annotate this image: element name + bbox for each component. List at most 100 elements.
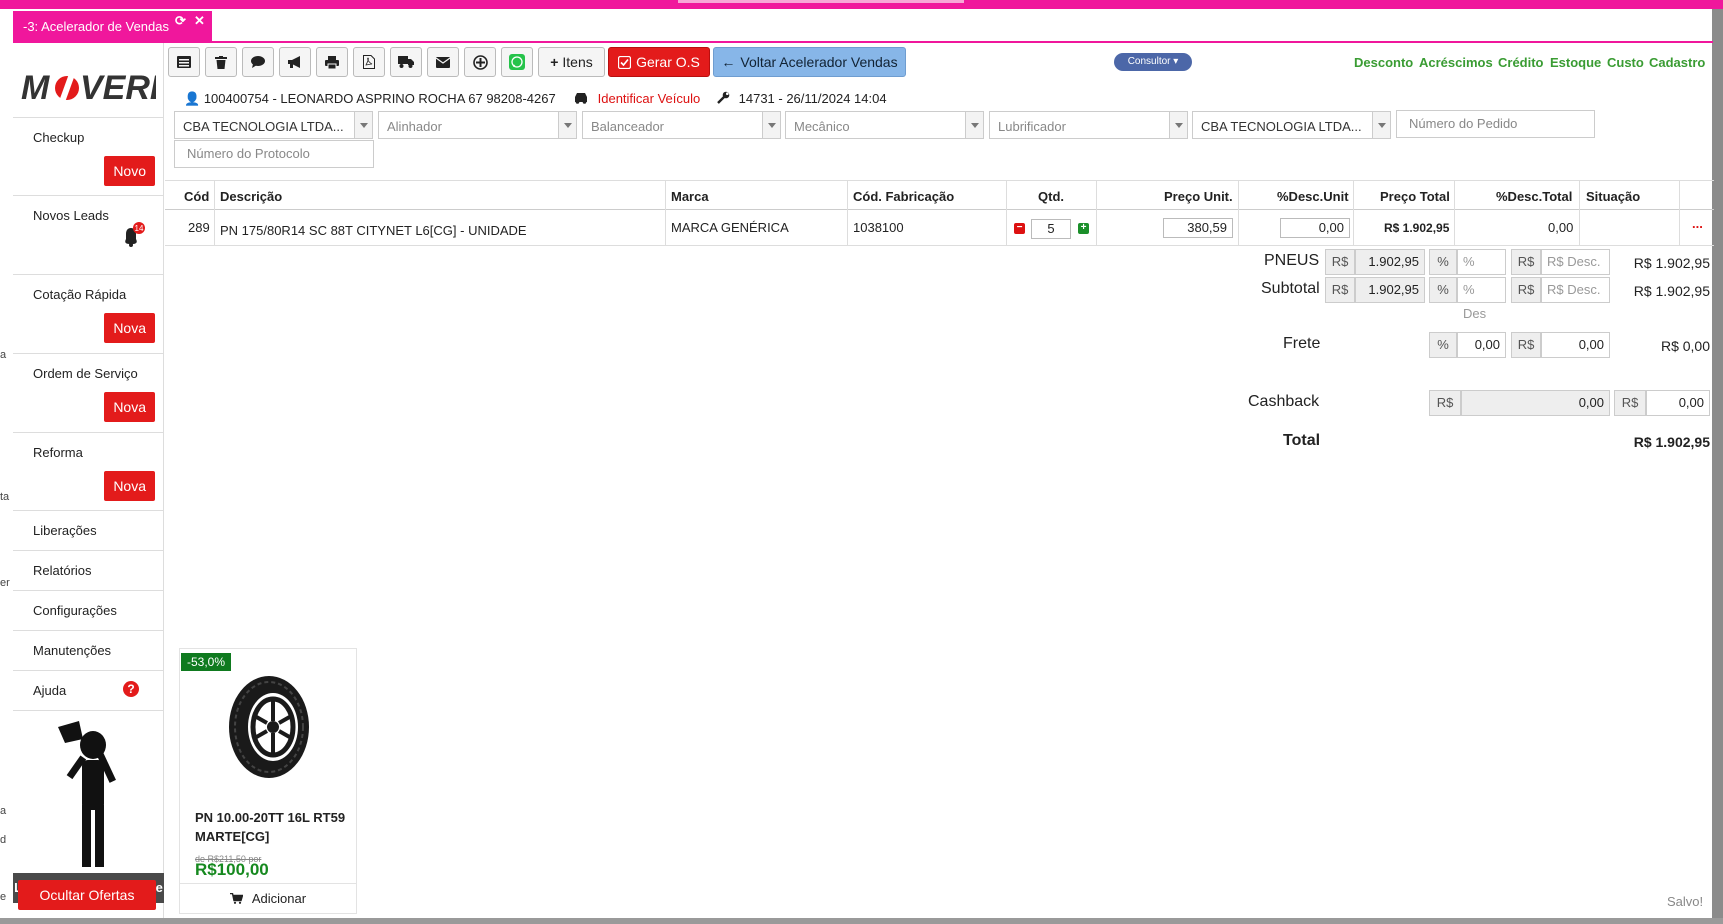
checkup-novo-button[interactable]: Novo (104, 156, 155, 186)
row-more-icon[interactable]: ... (1692, 216, 1703, 231)
offer-discount-badge: -53,0% (181, 653, 232, 671)
subtotal-desc-rs-input[interactable]: R$ Desc. (1541, 277, 1610, 303)
logo-text-m: M (21, 69, 50, 107)
select-balanceador[interactable]: Balanceador (582, 111, 781, 139)
cell-desc-total: 0,00 (1548, 220, 1574, 235)
whatsapp-button[interactable] (501, 47, 533, 77)
select-empresa[interactable]: CBA TECNOLOGIA LTDA... (1192, 111, 1391, 139)
offer-card: -53,0% PN 10.00-20TT 16L RT59 MARTE[CG] … (179, 648, 357, 914)
link-acrescimos[interactable]: Acréscimos (1419, 55, 1493, 70)
consultor-label: Consultor (1127, 56, 1171, 67)
whatsapp-icon (509, 54, 525, 70)
left-edge-text: er (0, 577, 10, 589)
vehicle-info[interactable]: Identificar Veículo (573, 91, 700, 106)
subtotal-rs-addon: R$ (1511, 277, 1541, 303)
sidebar-item-label: Relatórios (33, 563, 92, 578)
sidebar-item-relatorios[interactable]: Relatórios (13, 551, 163, 591)
link-custo[interactable]: Custo (1607, 55, 1644, 70)
col-desc-unit: %Desc.Unit (1277, 189, 1349, 204)
desc-unit-input[interactable]: 0,00 (1280, 218, 1350, 238)
pneus-desc-rs-input[interactable]: R$ Desc. (1541, 249, 1610, 275)
gerar-os-button[interactable]: Gerar O.S (608, 47, 710, 77)
window-right-edge (1712, 9, 1723, 924)
print-button[interactable] (316, 47, 348, 77)
cell-descricao: PN 175/80R14 SC 88T CITYNET L6[CG] - UNI… (220, 223, 527, 238)
link-desconto[interactable]: Desconto (1354, 55, 1413, 70)
list-button[interactable] (168, 47, 200, 77)
pdf-icon (363, 55, 375, 69)
select-value: CBA TECNOLOGIA LTDA... (1201, 119, 1362, 134)
logo-text-vere: VERE (80, 69, 156, 107)
offer-add-button[interactable]: Adicionar (180, 883, 356, 913)
ocultar-ofertas-button[interactable]: Ocultar Ofertas (18, 880, 156, 910)
consultor-dropdown[interactable]: Consultor ▾ (1114, 53, 1192, 71)
reforma-nova-button[interactable]: Nova (104, 471, 155, 501)
list-icon (177, 56, 191, 68)
chevron-down-icon (558, 112, 576, 138)
frete-rs-input[interactable]: 0,00 (1541, 332, 1610, 358)
select-lubrificador[interactable]: Lubrificador (989, 111, 1188, 139)
voltar-acelerador-button[interactable]: ← Voltar Acelerador Vendas (713, 47, 906, 77)
left-edge-text: a (0, 349, 7, 361)
close-icon[interactable]: ✕ (194, 13, 205, 29)
leads-badge: 14 (135, 224, 144, 233)
help-icon[interactable]: ? (123, 681, 139, 697)
pneus-currency-addon: R$ (1325, 249, 1355, 275)
cotacao-nova-button[interactable]: Nova (104, 313, 155, 343)
ordem-servico-nova-button[interactable]: Nova (104, 392, 155, 422)
email-button[interactable] (427, 47, 459, 77)
sidebar-item-label: Checkup (33, 130, 85, 145)
movere-logo: M VERE (21, 69, 156, 107)
pdf-button[interactable] (353, 47, 385, 77)
delete-button[interactable] (205, 47, 237, 77)
refresh-icon[interactable]: ⟳ (175, 13, 186, 29)
col-qtd: Qtd. (1038, 189, 1064, 204)
cashback-use-input[interactable]: 0,00 (1646, 390, 1710, 416)
select-mecanico[interactable]: Mecânico (785, 111, 984, 139)
total-label: Total (1283, 432, 1321, 449)
sidebar-item-label: Ordem de Serviço (33, 366, 138, 381)
megaphone-icon (288, 56, 300, 68)
offer-product-name: PN 10.00-20TT 16L RT59 MARTE[CG] (195, 810, 346, 844)
link-cadastro[interactable]: Cadastro (1649, 55, 1705, 70)
itens-button[interactable]: + Itens (538, 47, 605, 77)
announce-button[interactable] (279, 47, 311, 77)
col-situacao: Situação (1586, 189, 1641, 204)
identificar-veiculo-link[interactable]: Identificar Veículo (598, 91, 701, 106)
sidebar-item-liberacoes[interactable]: Liberações (13, 511, 163, 551)
delivery-button[interactable] (390, 47, 422, 77)
left-edge-text: ta (0, 491, 10, 503)
select-vendedor[interactable]: CBA TECNOLOGIA LTDA... (174, 111, 373, 139)
link-credito[interactable]: Crédito (1498, 55, 1544, 70)
sidebar-item-manutencoes[interactable]: Manutenções (13, 631, 163, 671)
col-descricao: Descrição (220, 189, 283, 204)
tab-acelerador-vendas[interactable]: -3: Acelerador de Vendas ⟳ ✕ (13, 11, 212, 41)
frete-pct-input[interactable]: 0,00 (1457, 332, 1506, 358)
sidebar-item-configuracoes[interactable]: Configurações (13, 591, 163, 631)
col-marca: Marca (671, 189, 709, 204)
order-text: 14731 - 26/11/2024 14:04 (738, 91, 887, 106)
sidebar-item-ajuda[interactable]: Ajuda ? (13, 671, 163, 711)
add-circle-button[interactable] (464, 47, 496, 77)
pneus-desc-pct-input[interactable]: % Des (1457, 249, 1506, 293)
numero-protocolo-input[interactable]: Número do Protocolo (174, 140, 374, 168)
sidebar-item-ordem-servico: Ordem de Serviço Nova (13, 354, 163, 433)
qty-minus-icon[interactable]: − (1014, 223, 1025, 234)
bell-icon[interactable]: 14 (120, 222, 148, 250)
link-estoque[interactable]: Estoque (1550, 55, 1601, 70)
comment-button[interactable] (242, 47, 274, 77)
sidebar-item-checkup: Checkup Novo (13, 117, 163, 196)
sidebar-item-novos-leads[interactable]: Novos Leads 14 (13, 196, 163, 275)
left-edge-text: d (0, 834, 7, 846)
table-row[interactable]: 289 PN 175/80R14 SC 88T CITYNET L6[CG] -… (165, 210, 1714, 246)
subtotal-desc-pct-input[interactable]: % Des (1457, 277, 1506, 321)
qty-plus-icon[interactable]: + (1078, 223, 1089, 234)
preco-unit-input[interactable]: 380,59 (1163, 218, 1233, 238)
envelope-icon (436, 56, 450, 68)
check-square-icon (618, 55, 632, 69)
save-status: Salvo! (1667, 894, 1704, 909)
qty-input[interactable]: 5 (1031, 219, 1071, 239)
numero-pedido-input[interactable]: Número do Pedido (1396, 110, 1595, 138)
select-alinhador[interactable]: Alinhador (378, 111, 577, 139)
subtotal-value: 1.902,95 (1355, 277, 1425, 303)
